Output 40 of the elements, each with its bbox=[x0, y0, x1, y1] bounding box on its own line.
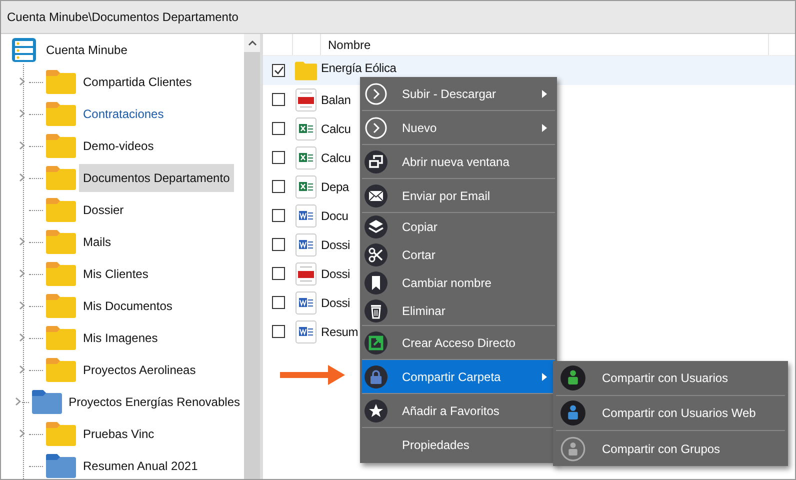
tree-item[interactable]: Mis Imagenes bbox=[79, 324, 162, 352]
menu-item[interactable]: Compartir Carpeta bbox=[362, 360, 555, 393]
file-name: Calcu bbox=[321, 120, 351, 138]
menu-item[interactable]: Compartir con Grupos bbox=[556, 431, 785, 466]
menu-item[interactable]: Enviar por Email bbox=[362, 179, 555, 212]
tree-item[interactable]: Proyectos Energías Renovables bbox=[64, 388, 244, 416]
file-name: Dossi bbox=[321, 266, 350, 282]
tree-item[interactable]: Demo-videos bbox=[79, 132, 158, 160]
menu-item[interactable]: Compartir con Usuarios bbox=[556, 361, 785, 396]
menu-item[interactable]: Eliminar bbox=[362, 297, 555, 325]
menu-item[interactable]: Propiedades bbox=[362, 428, 555, 461]
tree-item[interactable]: Dossier bbox=[79, 196, 128, 224]
menu-item[interactable]: Crear Acceso Directo bbox=[362, 326, 555, 359]
menu-item[interactable]: Nuevo bbox=[362, 111, 555, 144]
tree-item[interactable]: Mails bbox=[79, 228, 116, 256]
tree-item[interactable]: Cuenta Minube bbox=[42, 36, 132, 64]
tree-item[interactable]: Proyectos Aerolineas bbox=[79, 356, 200, 384]
file-name: Energía Eólica bbox=[321, 60, 396, 76]
tree-item[interactable]: Contrataciones bbox=[79, 100, 168, 128]
tree-item[interactable]: Pruebas Vinc bbox=[79, 420, 158, 448]
file-name: Dossi bbox=[321, 294, 350, 312]
menu-item[interactable]: Cambiar nombre bbox=[362, 269, 555, 297]
file-name: Calcu bbox=[321, 150, 351, 166]
column-header[interactable]: Nombre bbox=[321, 34, 769, 55]
tree-item[interactable]: Documentos Departamento bbox=[79, 164, 234, 192]
file-name: Dossi bbox=[321, 236, 350, 254]
tree-item[interactable]: Resumen Anual 2021 bbox=[79, 452, 202, 479]
file-name: Resum bbox=[321, 324, 358, 340]
menu-item[interactable]: Cortar bbox=[362, 241, 555, 269]
menu-item[interactable]: Abrir nueva ventana bbox=[362, 145, 555, 178]
file-name: Balan bbox=[321, 92, 351, 108]
file-name: Depa bbox=[321, 178, 349, 196]
file-name: Docu bbox=[321, 208, 348, 224]
tree-item[interactable]: Compartida Clientes bbox=[79, 68, 196, 96]
menu-item[interactable]: Subir - Descargar bbox=[362, 77, 555, 110]
tree-item[interactable]: Mis Clientes bbox=[79, 260, 152, 288]
menu-item[interactable]: Compartir con Usuarios Web bbox=[556, 396, 785, 431]
menu-item[interactable]: Copiar bbox=[362, 213, 555, 241]
path-text: Cuenta Minube\Documentos Departamento bbox=[7, 9, 238, 26]
tree-item[interactable]: Mis Documentos bbox=[79, 292, 176, 320]
